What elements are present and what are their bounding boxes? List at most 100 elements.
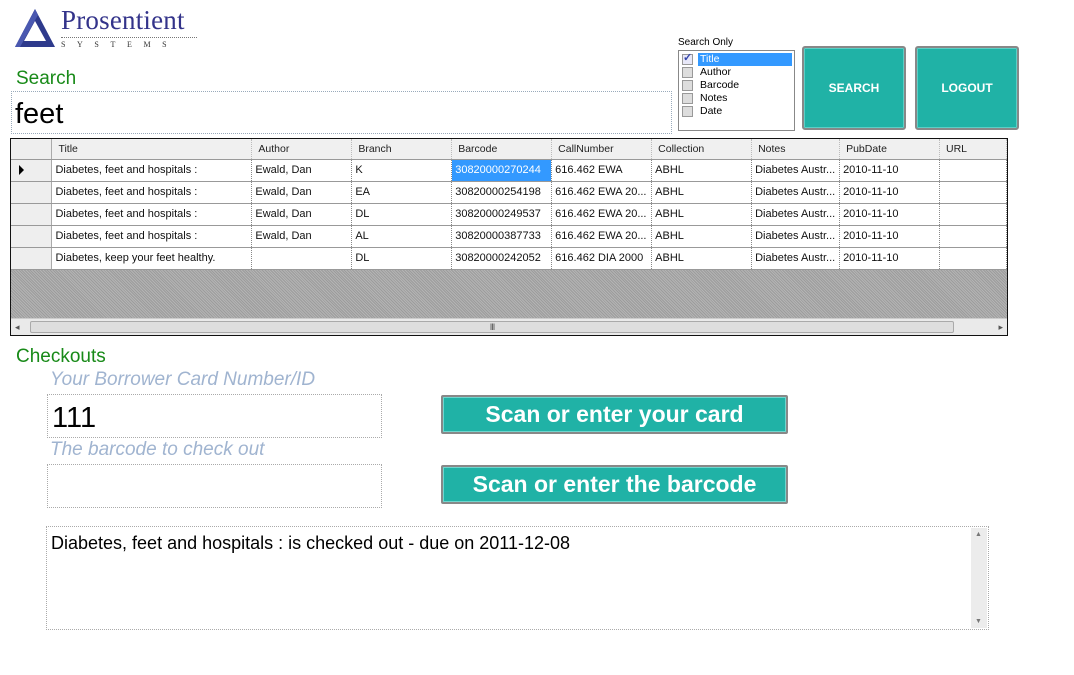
column-header-url[interactable]: URL	[939, 139, 1007, 160]
cell-title[interactable]: Diabetes, feet and hospitals :	[51, 181, 253, 204]
column-header-pubdate[interactable]: PubDate	[839, 139, 940, 160]
cell-branch[interactable]: AL	[351, 225, 453, 248]
cell-pubdate[interactable]: 2010-11-10	[839, 225, 940, 248]
table-row[interactable]: Diabetes, keep your feet healthy. DL 308…	[11, 247, 1007, 270]
cell-pubdate[interactable]: 2010-11-10	[839, 247, 940, 270]
checkout-message-box[interactable]: Diabetes, feet and hospitals : is checke…	[46, 526, 989, 630]
cell-branch[interactable]: DL	[351, 247, 453, 270]
scroll-left-arrow-icon[interactable]: ◂	[15, 322, 20, 333]
search-only-caption: Search Only	[678, 37, 734, 48]
search-field-label: Notes	[700, 92, 728, 104]
logout-button[interactable]: LOGOUT	[915, 46, 1019, 130]
search-field-title[interactable]: Title	[682, 52, 792, 66]
search-field-barcode[interactable]: Barcode	[682, 79, 792, 92]
cell-barcode-selected[interactable]: 30820000270244	[451, 159, 553, 182]
cell-author[interactable]: Ewald, Dan	[251, 159, 353, 182]
brand-subtitle: SYSTEMS	[61, 40, 179, 49]
table-row[interactable]: Diabetes, feet and hospitals : Ewald, Da…	[11, 225, 1007, 248]
column-header-title[interactable]: Title	[51, 139, 253, 160]
checkbox-icon[interactable]	[682, 106, 693, 117]
column-header-collection[interactable]: Collection	[651, 139, 753, 160]
cell-barcode[interactable]: 30820000242052	[451, 247, 553, 270]
column-header-notes[interactable]: Notes	[751, 139, 841, 160]
scan-barcode-button[interactable]: Scan or enter the barcode	[441, 465, 788, 504]
row-header[interactable]	[11, 203, 53, 226]
scroll-down-arrow-icon[interactable]: ▼	[975, 618, 982, 625]
checkbox-icon[interactable]	[682, 93, 693, 104]
cell-title[interactable]: Diabetes, keep your feet healthy.	[51, 247, 253, 270]
search-input[interactable]	[11, 91, 672, 134]
cell-collection[interactable]: ABHL	[651, 225, 753, 248]
search-field-checklist[interactable]: Title Author Barcode Notes Date	[678, 50, 795, 131]
column-header-callnumber[interactable]: CallNumber	[551, 139, 653, 160]
cell-pubdate[interactable]: 2010-11-10	[839, 159, 940, 182]
results-grid[interactable]: Title Author Branch Barcode CallNumber C…	[10, 138, 1008, 336]
cell-callnumber[interactable]: 616.462 EWA	[551, 159, 653, 182]
search-field-notes[interactable]: Notes	[682, 92, 792, 105]
cell-callnumber[interactable]: 616.462 EWA 20...	[551, 181, 653, 204]
cell-collection[interactable]: ABHL	[651, 181, 753, 204]
cell-title[interactable]: Diabetes, feet and hospitals :	[51, 225, 253, 248]
cell-notes[interactable]: Diabetes Austr...	[751, 181, 841, 204]
row-header[interactable]	[11, 225, 53, 248]
vertical-scrollbar[interactable]: ▲ ▼	[971, 528, 987, 628]
cell-url[interactable]	[939, 203, 1007, 226]
checkbox-icon[interactable]	[682, 67, 693, 78]
cell-pubdate[interactable]: 2010-11-10	[839, 181, 940, 204]
results-table: Title Author Branch Barcode CallNumber C…	[11, 139, 1007, 270]
cell-barcode[interactable]: 30820000387733	[451, 225, 553, 248]
cell-author[interactable]	[251, 247, 353, 270]
cell-url[interactable]	[939, 225, 1007, 248]
cell-author[interactable]: Ewald, Dan	[251, 181, 353, 204]
table-row[interactable]: Diabetes, feet and hospitals : Ewald, Da…	[11, 203, 1007, 226]
cell-title[interactable]: Diabetes, feet and hospitals :	[51, 159, 253, 182]
scrollbar-thumb[interactable]: III	[30, 321, 954, 333]
scan-card-button[interactable]: Scan or enter your card	[441, 395, 788, 434]
scroll-up-arrow-icon[interactable]: ▲	[975, 531, 982, 538]
cell-author[interactable]: Ewald, Dan	[251, 225, 353, 248]
column-header-barcode[interactable]: Barcode	[451, 139, 553, 160]
column-header-branch[interactable]: Branch	[351, 139, 453, 160]
table-row[interactable]: Diabetes, feet and hospitals : Ewald, Da…	[11, 159, 1007, 182]
cell-notes[interactable]: Diabetes Austr...	[751, 159, 841, 182]
cell-notes[interactable]: Diabetes Austr...	[751, 225, 841, 248]
scroll-right-arrow-icon[interactable]: ▸	[998, 322, 1003, 333]
logo-divider	[61, 37, 197, 38]
card-number-input[interactable]	[47, 394, 382, 438]
cell-notes[interactable]: Diabetes Austr...	[751, 247, 841, 270]
search-field-date[interactable]: Date	[682, 105, 792, 118]
row-header[interactable]	[11, 181, 53, 204]
cell-barcode[interactable]: 30820000249537	[451, 203, 553, 226]
cell-branch[interactable]: DL	[351, 203, 453, 226]
cell-author[interactable]: Ewald, Dan	[251, 203, 353, 226]
search-field-author[interactable]: Author	[682, 66, 792, 79]
cell-notes[interactable]: Diabetes Austr...	[751, 203, 841, 226]
cell-collection[interactable]: ABHL	[651, 247, 753, 270]
cell-callnumber[interactable]: 616.462 EWA 20...	[551, 225, 653, 248]
search-field-label: Author	[700, 66, 731, 78]
cell-collection[interactable]: ABHL	[651, 203, 753, 226]
card-number-hint: Your Borrower Card Number/ID	[50, 369, 316, 390]
cell-url[interactable]	[939, 159, 1007, 182]
cell-barcode[interactable]: 30820000254198	[451, 181, 553, 204]
cell-callnumber[interactable]: 616.462 DIA 2000	[551, 247, 653, 270]
current-row-arrow-icon	[19, 165, 24, 176]
column-header-author[interactable]: Author	[251, 139, 353, 160]
search-button[interactable]: SEARCH	[802, 46, 906, 130]
row-header[interactable]	[11, 159, 53, 182]
checkbox-icon[interactable]	[682, 80, 693, 91]
cell-collection[interactable]: ABHL	[651, 159, 753, 182]
cell-url[interactable]	[939, 247, 1007, 270]
row-header[interactable]	[11, 247, 53, 270]
horizontal-scrollbar[interactable]: ◂ III ▸	[11, 318, 1007, 335]
barcode-input[interactable]	[47, 464, 382, 508]
table-row[interactable]: Diabetes, feet and hospitals : Ewald, Da…	[11, 181, 1007, 204]
cell-pubdate[interactable]: 2010-11-10	[839, 203, 940, 226]
cell-branch[interactable]: K	[351, 159, 453, 182]
cell-title[interactable]: Diabetes, feet and hospitals :	[51, 203, 253, 226]
cell-url[interactable]	[939, 181, 1007, 204]
cell-callnumber[interactable]: 616.462 EWA 20...	[551, 203, 653, 226]
cell-branch[interactable]: EA	[351, 181, 453, 204]
search-field-label: Date	[700, 105, 723, 117]
checkbox-checked-icon[interactable]	[682, 52, 693, 65]
